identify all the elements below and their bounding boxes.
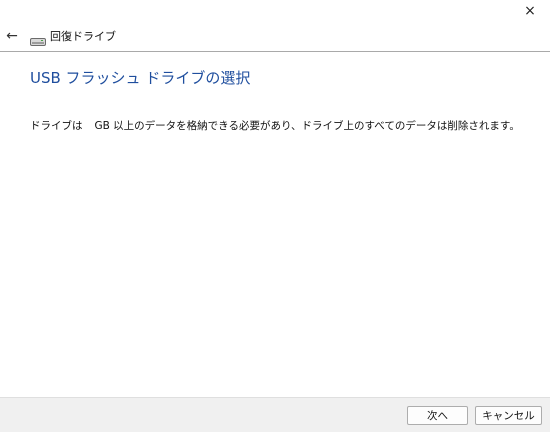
instruction-text-part2: GB 以上のデータを格納できる必要があり、ドライブ上のすべてのデータは削除されま… (94, 120, 520, 132)
breadcrumb: 回復ドライブ (50, 30, 116, 43)
instruction-text-part1: ドライブは (30, 120, 83, 132)
next-button[interactable]: 次へ (407, 406, 468, 425)
title-bar: × (0, 0, 550, 22)
footer-bar: 次へ キャンセル (0, 397, 550, 432)
close-icon[interactable]: × (522, 3, 538, 19)
back-arrow-icon[interactable]: ← (4, 28, 20, 44)
drive-icon (30, 31, 46, 46)
instruction-text: ドライブは GB 以上のデータを格納できる必要があり、ドライブ上のすべてのデータは… (30, 118, 520, 133)
page-title: USB フラッシュ ドライブの選択 (30, 69, 251, 87)
navigation-bar: ← 回復ドライブ (0, 24, 550, 48)
recovery-drive-window: × ← 回復ドライブ USB フラッシュ ドライブの選択 ドライブは GB 以上の… (0, 0, 550, 432)
cancel-button[interactable]: キャンセル (475, 406, 542, 425)
divider (0, 51, 550, 52)
